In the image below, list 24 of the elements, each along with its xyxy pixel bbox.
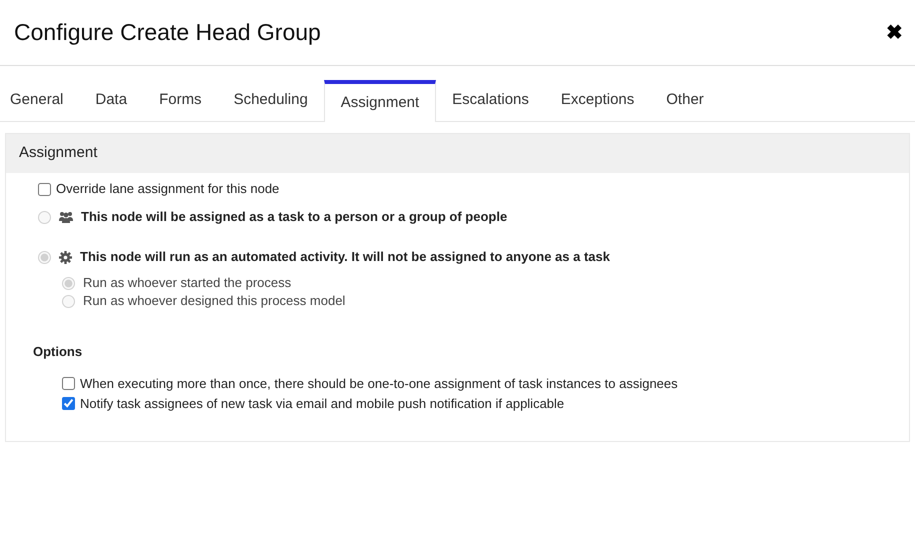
- checkbox-label: Override lane assignment for this node: [56, 182, 280, 196]
- checkbox[interactable]: [38, 182, 51, 196]
- checkbox[interactable]: [62, 397, 75, 410]
- section-header: Assignment: [6, 134, 909, 173]
- checkbox[interactable]: [62, 377, 75, 390]
- section-subtitle: Options: [33, 343, 84, 361]
- tab[interactable]: Exceptions: [544, 79, 650, 121]
- window-title: Configure Create Head Group: [14, 18, 321, 48]
- tab[interactable]: General: [0, 79, 80, 121]
- tab[interactable]: Scheduling: [218, 79, 324, 121]
- radio-label: Run as whoever designed this process model: [83, 294, 346, 308]
- checkbox-label: When executing more than once, there should be one-to-one assignment of task instances to assignees: [80, 376, 678, 390]
- close-button[interactable]: ✖: [886, 18, 903, 48]
- radio-label: This node will run as an automated activity. It will not be assigned to anyone as a task: [80, 250, 610, 264]
- tab[interactable]: Data: [79, 79, 144, 121]
- tab[interactable]: Escalations: [436, 79, 545, 121]
- checkbox-label: Notify task assignees of new task via email and mobile push notification if applicable: [80, 396, 564, 410]
- people-icon: [59, 211, 73, 223]
- radio-label: This node will be assigned as a task to a person or a group of people: [81, 210, 508, 224]
- radio-label: Run as whoever started the process: [83, 276, 292, 290]
- tab[interactable]: Other: [650, 79, 720, 121]
- tab[interactable]: Assignment: [324, 80, 436, 122]
- gear-icon: [59, 250, 72, 264]
- tab[interactable]: Forms: [143, 79, 218, 121]
